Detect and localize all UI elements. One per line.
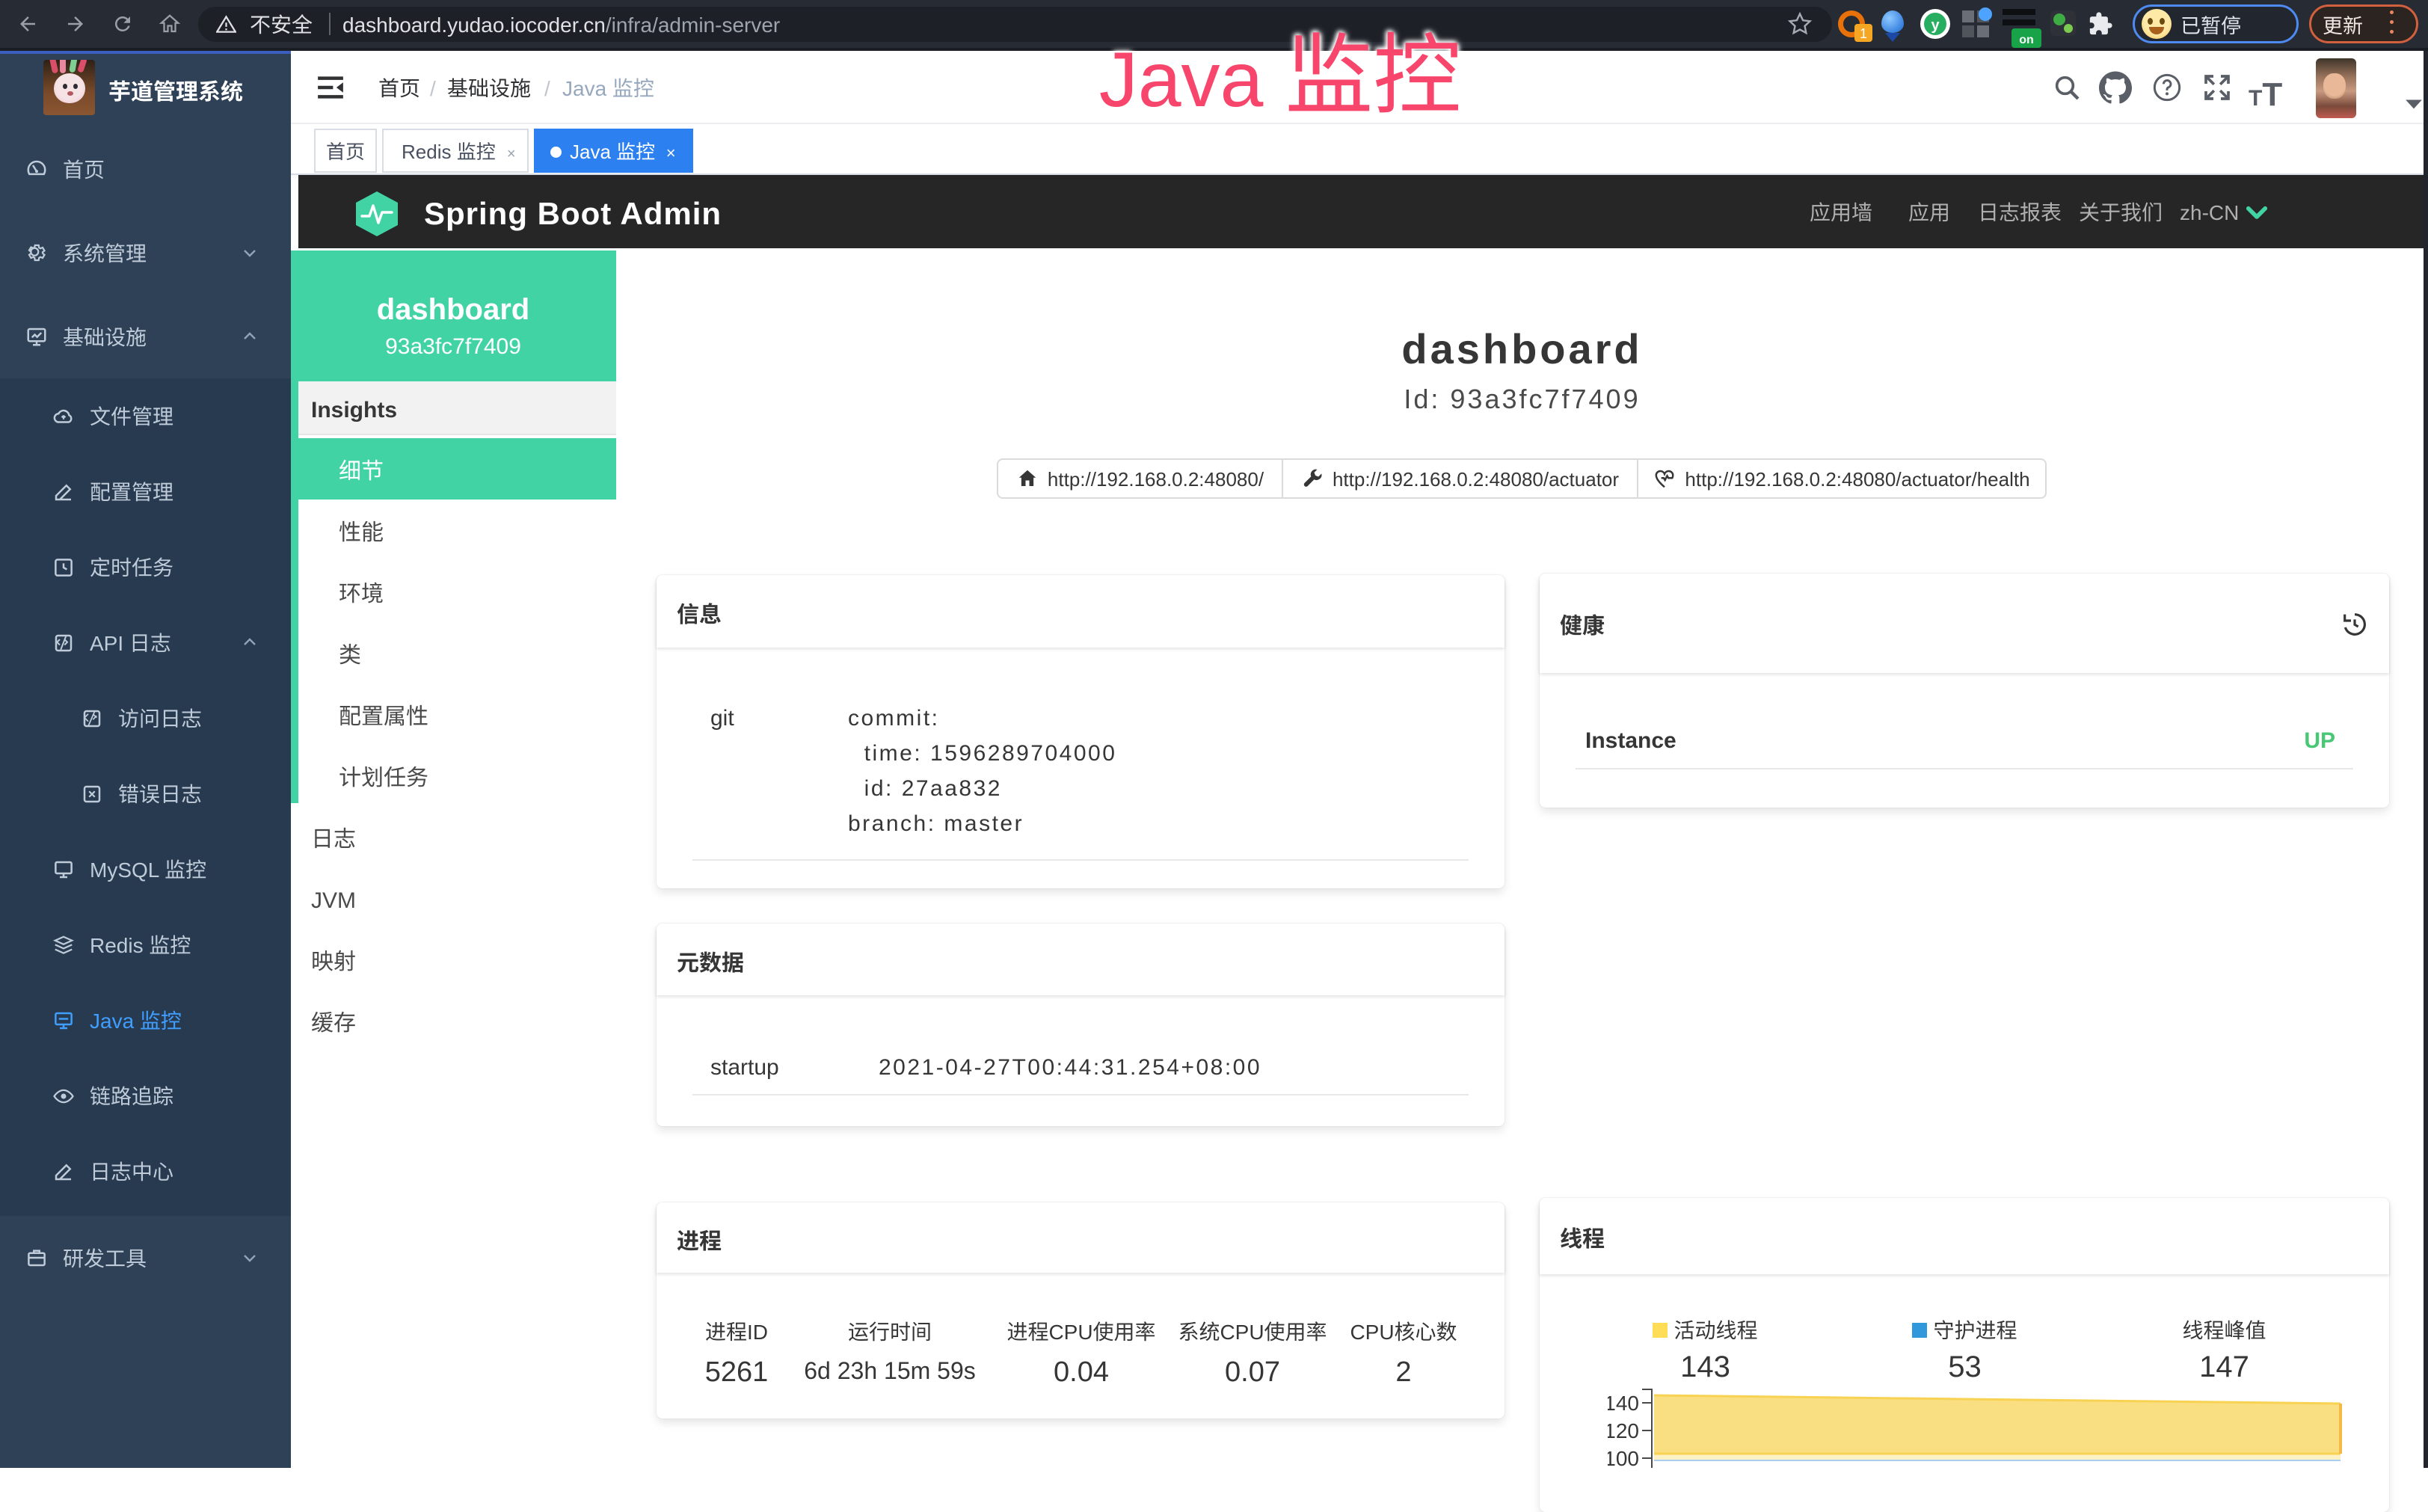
svg-text:140: 140 <box>1608 1392 1639 1415</box>
svg-text:120: 120 <box>1608 1419 1639 1442</box>
svg-text:100: 100 <box>1608 1447 1639 1468</box>
